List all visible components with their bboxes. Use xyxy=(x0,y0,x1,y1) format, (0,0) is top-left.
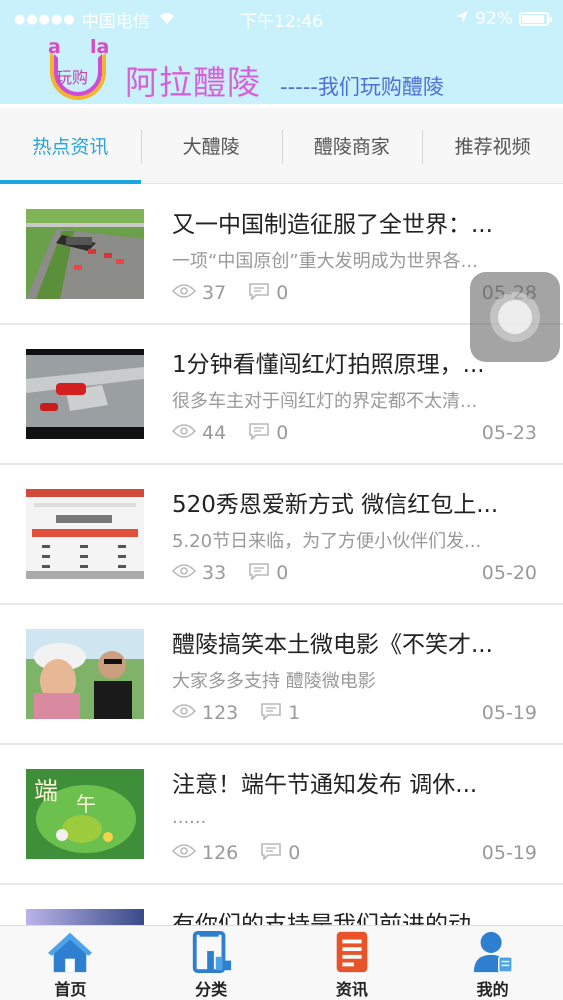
news-meta: 44 0 05-23 xyxy=(171,420,537,446)
news-title: 注意！端午节通知发布 调休... xyxy=(172,772,478,798)
carrier-label: 中国电信 xyxy=(81,11,150,32)
nav-home-label: 首页 xyxy=(54,980,87,999)
news-item[interactable]: 520秀恩爱新方式 微信红包上... 5.20节日来临，为了方便小伙伴们发...… xyxy=(0,465,563,605)
nav-home[interactable]: 首页 xyxy=(0,926,141,1000)
news-item[interactable]: 有你们的支持是我们前进的动... xyxy=(0,885,563,925)
views-value: 37 xyxy=(202,282,227,304)
comment-icon xyxy=(248,282,270,305)
tab-big-liling[interactable]: 大醴陵 xyxy=(140,108,282,183)
comments-count: 1 xyxy=(260,702,300,725)
battery-icon xyxy=(519,12,552,26)
nav-profile[interactable]: 我的 xyxy=(422,926,563,1000)
wifi-icon xyxy=(158,10,176,29)
news-thumbnail xyxy=(26,209,144,299)
views-value: 123 xyxy=(202,702,239,724)
status-right: 92% xyxy=(455,9,552,29)
home-icon xyxy=(48,932,93,973)
battery-fill xyxy=(522,15,545,23)
views-count: 44 xyxy=(171,422,227,444)
news-title: 又一中国制造征服了全世界：... xyxy=(172,212,493,238)
news-title: 有你们的支持是我们前进的动... xyxy=(172,912,493,925)
comments-value: 0 xyxy=(288,842,301,864)
comment-icon xyxy=(248,562,270,585)
comment-icon xyxy=(260,702,282,725)
brand-name: 阿拉醴陵 xyxy=(125,63,261,102)
news-date: 05-19 xyxy=(481,842,537,864)
eye-icon xyxy=(171,562,197,584)
views-count: 123 xyxy=(171,702,239,724)
news-thumbnail: 端 午 xyxy=(26,769,144,859)
comments-value: 0 xyxy=(276,422,289,444)
tab-recommended-videos[interactable]: 推荐视频 xyxy=(422,108,563,183)
signal-icon: ●●●●● xyxy=(14,11,76,27)
nav-news-label: 资讯 xyxy=(335,980,368,999)
news-date: 05-20 xyxy=(481,562,537,584)
news-summary: ...... xyxy=(172,807,207,828)
views-value: 33 xyxy=(202,562,227,584)
comments-count: 0 xyxy=(248,422,288,445)
views-count: 33 xyxy=(171,562,227,584)
news-summary: 很多车主对于闯红灯的界定都不太清... xyxy=(172,391,478,412)
news-item[interactable]: 醴陵搞笑本土微电影《不笑才... 大家多多支持 醴陵微电影 123 1 05-1… xyxy=(0,605,563,745)
brand-slogan: -----我们玩购醴陵 xyxy=(280,75,444,99)
nav-category[interactable]: 分类 xyxy=(141,926,282,1000)
news-meta: 33 0 05-20 xyxy=(171,560,537,586)
bottom-nav: 首页 分类 资讯 我的 xyxy=(0,925,563,1000)
news-summary: 大家多多支持 醴陵微电影 xyxy=(172,671,376,692)
news-title: 醴陵搞笑本土微电影《不笑才... xyxy=(172,632,493,658)
tab-hot-news[interactable]: 热点资讯 xyxy=(0,108,141,184)
news-meta: 126 0 05-19 xyxy=(171,840,537,866)
category-tabs: 热点资讯 大醴陵 醴陵商家 推荐视频 xyxy=(0,108,563,184)
tab-liling-merchants[interactable]: 醴陵商家 xyxy=(281,108,423,183)
news-meta: 123 1 05-19 xyxy=(171,700,537,726)
eye-icon xyxy=(171,702,197,724)
comments-value: 1 xyxy=(288,702,301,724)
logo-letter-a: a xyxy=(48,36,61,58)
news-summary: 5.20节日来临，为了方便小伙伴们发... xyxy=(172,531,482,552)
status-bar: ●●●●● 中国电信 下午12:46 92% xyxy=(0,0,563,38)
app-screen: ●●●●● 中国电信 下午12:46 92% a la 玩购 阿拉醴陵 ----… xyxy=(0,0,563,1000)
comments-value: 0 xyxy=(276,562,289,584)
assistive-dot xyxy=(498,300,532,334)
nav-profile-label: 我的 xyxy=(476,980,509,999)
comments-value: 0 xyxy=(276,282,289,304)
nav-category-label: 分类 xyxy=(195,980,228,999)
category-icon xyxy=(192,930,232,974)
location-icon xyxy=(455,9,469,29)
news-thumbnail xyxy=(26,349,144,439)
eye-icon xyxy=(171,842,197,864)
news-date: 05-19 xyxy=(481,702,537,724)
assistive-touch-button[interactable] xyxy=(470,272,560,362)
news-date: 05-23 xyxy=(481,422,537,444)
news-title: 520秀恩爱新方式 微信红包上... xyxy=(172,492,499,518)
news-thumbnail xyxy=(26,629,144,719)
comment-icon xyxy=(260,842,282,865)
logo-badge: 玩购 xyxy=(56,68,89,87)
logo-letter-la: la xyxy=(90,36,110,58)
svg-text:端: 端 xyxy=(34,777,58,805)
news-thumbnail xyxy=(26,909,144,925)
nav-news[interactable]: 资讯 xyxy=(282,926,423,1000)
eye-icon xyxy=(171,422,197,444)
battery-percent: 92% xyxy=(475,9,513,29)
app-logo: a la 玩购 xyxy=(42,36,116,102)
header-banner: a la 玩购 阿拉醴陵 -----我们玩购醴陵 xyxy=(0,36,563,104)
news-item[interactable]: 端 午 注意！端午节通知发布 调休... ...... 126 0 05-19 xyxy=(0,745,563,885)
comments-count: 0 xyxy=(248,282,288,305)
profile-icon xyxy=(473,931,513,973)
comments-count: 0 xyxy=(260,842,300,865)
views-value: 44 xyxy=(202,422,227,444)
views-value: 126 xyxy=(202,842,239,864)
views-count: 37 xyxy=(171,282,227,304)
news-summary: 一项“中国原创”重大发明成为世界各... xyxy=(172,251,478,272)
news-thumbnail xyxy=(26,489,144,579)
comments-count: 0 xyxy=(248,562,288,585)
svg-text:午: 午 xyxy=(76,792,96,816)
comment-icon xyxy=(248,422,270,445)
views-count: 126 xyxy=(171,842,239,864)
eye-icon xyxy=(171,282,197,304)
news-icon xyxy=(336,931,368,973)
